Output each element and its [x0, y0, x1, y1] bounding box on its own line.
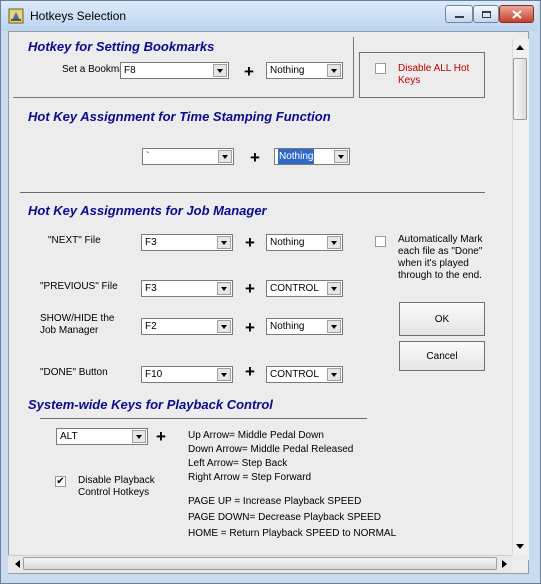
chevron-down-icon — [327, 64, 341, 77]
auto-mark-label-line4: through to the end. — [398, 270, 482, 281]
playback-speed-down: PAGE DOWN= Decrease Playback SPEED — [188, 512, 381, 523]
done-modifier-select[interactable]: CONTROL — [266, 366, 343, 383]
plus-sign: + — [250, 148, 260, 167]
chevron-down-icon — [334, 150, 348, 163]
next-file-modifier-select[interactable]: Nothing — [266, 234, 343, 251]
auto-mark-checkbox[interactable] — [375, 236, 386, 247]
auto-mark-label-line2: each file as "Done" — [398, 246, 483, 257]
next-file-key-select[interactable]: F3 — [141, 234, 233, 251]
plus-sign: + — [245, 233, 255, 252]
section-divider — [20, 192, 485, 193]
scroll-down-button[interactable] — [514, 541, 526, 551]
show-hide-label-line1: SHOW/HIDE the — [40, 313, 115, 324]
disable-all-label-line1: Disable ALL Hot — [398, 63, 470, 74]
show-hide-key-select[interactable]: F2 — [141, 318, 233, 335]
timestamp-key-select[interactable]: ` — [142, 148, 234, 165]
disable-playback-label-line1: Disable Playback — [78, 475, 155, 486]
done-modifier-value: CONTROL — [270, 369, 319, 380]
done-key-select[interactable]: F10 — [141, 366, 233, 383]
disable-all-checkbox[interactable] — [375, 63, 386, 74]
playback-modifier-select[interactable]: ALT — [56, 428, 148, 445]
minimize-button[interactable] — [445, 5, 473, 23]
scroll-down-icon — [516, 543, 524, 549]
previous-file-key-select[interactable]: F3 — [141, 280, 233, 297]
scroll-left-icon — [14, 560, 20, 568]
chevron-down-icon — [327, 368, 341, 381]
timestamp-section-title: Hot Key Assignment for Time Stamping Fun… — [28, 109, 331, 124]
playback-key-down: Down Arrow= Middle Pedal Released — [188, 444, 354, 455]
playback-speed-normal: HOME = Return Playback SPEED to NORMAL — [188, 528, 397, 539]
timestamp-key-value: ` — [146, 151, 150, 162]
minimize-icon — [454, 16, 464, 18]
vertical-scroll-thumb[interactable] — [513, 58, 527, 120]
previous-file-key-value: F3 — [145, 283, 157, 294]
chevron-down-icon — [327, 236, 341, 249]
previous-file-modifier-value: CONTROL — [270, 283, 319, 294]
bookmark-modifier-select[interactable]: Nothing — [266, 62, 343, 79]
playback-section-title: System-wide Keys for Playback Control — [28, 397, 273, 412]
show-hide-key-value: F2 — [145, 321, 157, 332]
playback-key-right: Right Arrow = Step Forward — [188, 472, 312, 483]
next-file-modifier-value: Nothing — [270, 237, 305, 248]
scroll-up-icon — [516, 44, 524, 50]
chevron-down-icon — [213, 64, 227, 77]
chevron-down-icon — [217, 368, 231, 381]
playback-key-left: Left Arrow= Step Back — [188, 458, 288, 469]
disable-playback-checkbox[interactable]: ✔ — [55, 476, 66, 487]
horizontal-scroll-thumb[interactable] — [23, 557, 497, 570]
chevron-down-icon — [217, 320, 231, 333]
show-hide-modifier-value: Nothing — [270, 321, 305, 332]
scroll-right-button[interactable] — [499, 559, 509, 569]
auto-mark-label-line3: when it's played — [398, 258, 469, 269]
close-icon — [511, 9, 522, 19]
bookmark-section-title: Hotkey for Setting Bookmarks — [28, 39, 215, 54]
size-grip[interactable] — [512, 555, 528, 572]
chevron-down-icon — [217, 282, 231, 295]
playback-divider — [40, 418, 367, 419]
maximize-button[interactable] — [473, 5, 499, 23]
chevron-down-icon — [218, 150, 232, 163]
chevron-down-icon — [327, 282, 341, 295]
ok-button[interactable]: OK — [399, 302, 485, 336]
bookmark-key-value: F8 — [124, 65, 136, 76]
next-file-key-value: F3 — [145, 237, 157, 248]
bookmark-key-select[interactable]: F8 — [120, 62, 229, 79]
plus-sign: + — [245, 362, 255, 381]
auto-mark-label-line1: Automatically Mark — [398, 234, 483, 245]
next-file-label: "NEXT" File — [48, 235, 101, 246]
previous-file-modifier-select[interactable]: CONTROL — [266, 280, 343, 297]
maximize-icon — [481, 10, 491, 18]
window-title: Hotkeys Selection — [30, 9, 127, 23]
bookmark-modifier-value: Nothing — [270, 65, 305, 76]
chevron-down-icon — [217, 236, 231, 249]
playback-modifier-value: ALT — [60, 431, 78, 442]
show-hide-modifier-select[interactable]: Nothing — [266, 318, 343, 335]
done-key-value: F10 — [145, 369, 163, 380]
disable-playback-label-line2: Control Hotkeys — [78, 487, 150, 498]
timestamp-modifier-select[interactable]: Nothing — [274, 148, 350, 165]
disable-all-label-line2: Keys — [398, 75, 421, 86]
close-button[interactable] — [499, 5, 534, 23]
show-hide-label-line2: Job Manager — [40, 325, 99, 336]
plus-sign: + — [245, 318, 255, 337]
previous-file-label: "PREVIOUS" File — [40, 281, 118, 292]
plus-sign: + — [244, 62, 254, 81]
disable-all-box — [359, 52, 485, 98]
job-manager-section-title: Hot Key Assignments for Job Manager — [28, 203, 267, 218]
app-icon — [8, 8, 24, 24]
chevron-down-icon — [327, 320, 341, 333]
playback-speed-up: PAGE UP = Increase Playback SPEED — [188, 496, 362, 507]
scroll-up-button[interactable] — [514, 42, 526, 52]
done-button-label: "DONE" Button — [40, 367, 108, 378]
playback-key-up: Up Arrow= Middle Pedal Down — [188, 430, 324, 441]
plus-sign: + — [156, 427, 166, 446]
scroll-right-icon — [501, 560, 507, 568]
chevron-down-icon — [132, 430, 146, 443]
plus-sign: + — [245, 279, 255, 298]
scroll-left-button[interactable] — [12, 559, 22, 569]
cancel-button[interactable]: Cancel — [399, 341, 485, 371]
timestamp-modifier-value: Nothing — [278, 149, 315, 164]
